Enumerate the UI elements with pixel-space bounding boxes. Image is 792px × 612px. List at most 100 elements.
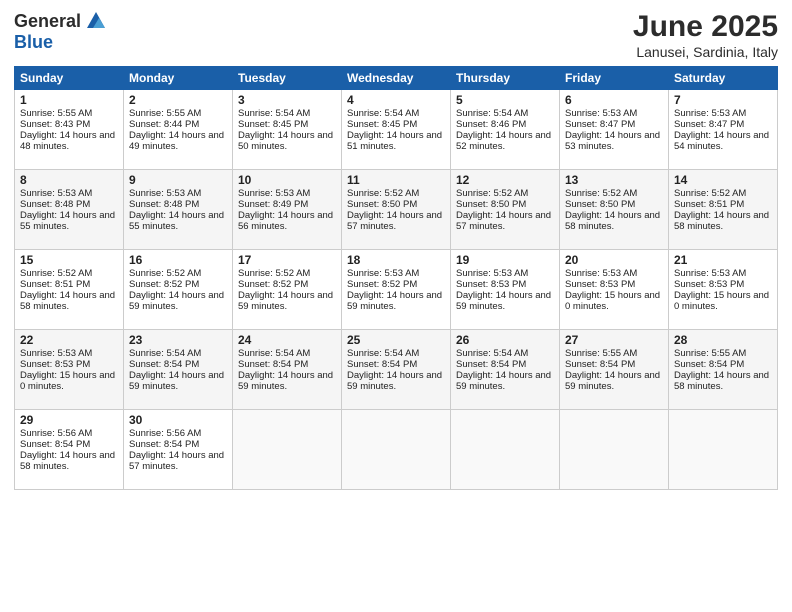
daylight-text: Daylight: 14 hours and 59 minutes. xyxy=(456,370,551,392)
col-sunday: Sunday xyxy=(15,67,124,90)
sunset-text: Sunset: 8:53 PM xyxy=(456,279,526,290)
sunset-text: Sunset: 8:54 PM xyxy=(347,359,417,370)
sunset-text: Sunset: 8:54 PM xyxy=(565,359,635,370)
daylight-text: Daylight: 14 hours and 54 minutes. xyxy=(674,130,769,152)
sunset-text: Sunset: 8:49 PM xyxy=(238,199,308,210)
sunset-text: Sunset: 8:50 PM xyxy=(565,199,635,210)
calendar-week-1: 1Sunrise: 5:55 AMSunset: 8:43 PMDaylight… xyxy=(15,90,778,170)
sunrise-text: Sunrise: 5:54 AM xyxy=(129,348,201,359)
daylight-text: Daylight: 14 hours and 50 minutes. xyxy=(238,130,333,152)
calendar-cell: 29Sunrise: 5:56 AMSunset: 8:54 PMDayligh… xyxy=(15,410,124,490)
calendar-cell: 6Sunrise: 5:53 AMSunset: 8:47 PMDaylight… xyxy=(560,90,669,170)
daylight-text: Daylight: 15 hours and 0 minutes. xyxy=(20,370,115,392)
sunrise-text: Sunrise: 5:53 AM xyxy=(674,268,746,279)
day-number: 4 xyxy=(347,93,445,107)
sunset-text: Sunset: 8:52 PM xyxy=(347,279,417,290)
daylight-text: Daylight: 14 hours and 59 minutes. xyxy=(347,290,442,312)
daylight-text: Daylight: 14 hours and 52 minutes. xyxy=(456,130,551,152)
daylight-text: Daylight: 14 hours and 58 minutes. xyxy=(674,370,769,392)
sunset-text: Sunset: 8:54 PM xyxy=(129,439,199,450)
sunset-text: Sunset: 8:54 PM xyxy=(674,359,744,370)
day-number: 16 xyxy=(129,253,227,267)
col-tuesday: Tuesday xyxy=(233,67,342,90)
day-number: 7 xyxy=(674,93,772,107)
calendar-cell: 7Sunrise: 5:53 AMSunset: 8:47 PMDaylight… xyxy=(669,90,778,170)
day-number: 30 xyxy=(129,413,227,427)
sunrise-text: Sunrise: 5:54 AM xyxy=(238,108,310,119)
calendar-cell: 5Sunrise: 5:54 AMSunset: 8:46 PMDaylight… xyxy=(451,90,560,170)
day-number: 21 xyxy=(674,253,772,267)
sunrise-text: Sunrise: 5:54 AM xyxy=(238,348,310,359)
sunset-text: Sunset: 8:50 PM xyxy=(456,199,526,210)
sunset-text: Sunset: 8:43 PM xyxy=(20,119,90,130)
page: General Blue June 2025 Lanusei, Sardinia… xyxy=(0,0,792,612)
daylight-text: Daylight: 14 hours and 59 minutes. xyxy=(347,370,442,392)
calendar-cell xyxy=(233,410,342,490)
sunrise-text: Sunrise: 5:53 AM xyxy=(347,268,419,279)
sunset-text: Sunset: 8:48 PM xyxy=(20,199,90,210)
calendar-cell: 30Sunrise: 5:56 AMSunset: 8:54 PMDayligh… xyxy=(124,410,233,490)
sunset-text: Sunset: 8:54 PM xyxy=(20,439,90,450)
day-number: 18 xyxy=(347,253,445,267)
calendar-cell: 16Sunrise: 5:52 AMSunset: 8:52 PMDayligh… xyxy=(124,250,233,330)
sunrise-text: Sunrise: 5:55 AM xyxy=(674,348,746,359)
sunset-text: Sunset: 8:45 PM xyxy=(347,119,417,130)
daylight-text: Daylight: 14 hours and 59 minutes. xyxy=(129,370,224,392)
col-thursday: Thursday xyxy=(451,67,560,90)
day-number: 25 xyxy=(347,333,445,347)
calendar-week-4: 22Sunrise: 5:53 AMSunset: 8:53 PMDayligh… xyxy=(15,330,778,410)
sunrise-text: Sunrise: 5:54 AM xyxy=(347,108,419,119)
day-number: 8 xyxy=(20,173,118,187)
sunrise-text: Sunrise: 5:53 AM xyxy=(456,268,528,279)
day-number: 24 xyxy=(238,333,336,347)
sunset-text: Sunset: 8:53 PM xyxy=(674,279,744,290)
daylight-text: Daylight: 15 hours and 0 minutes. xyxy=(565,290,660,312)
col-monday: Monday xyxy=(124,67,233,90)
calendar-cell: 1Sunrise: 5:55 AMSunset: 8:43 PMDaylight… xyxy=(15,90,124,170)
daylight-text: Daylight: 14 hours and 51 minutes. xyxy=(347,130,442,152)
day-number: 20 xyxy=(565,253,663,267)
sunrise-text: Sunrise: 5:52 AM xyxy=(565,188,637,199)
calendar-cell: 4Sunrise: 5:54 AMSunset: 8:45 PMDaylight… xyxy=(342,90,451,170)
day-number: 22 xyxy=(20,333,118,347)
day-number: 10 xyxy=(238,173,336,187)
calendar-cell: 3Sunrise: 5:54 AMSunset: 8:45 PMDaylight… xyxy=(233,90,342,170)
sunrise-text: Sunrise: 5:53 AM xyxy=(129,188,201,199)
day-number: 3 xyxy=(238,93,336,107)
calendar-cell: 27Sunrise: 5:55 AMSunset: 8:54 PMDayligh… xyxy=(560,330,669,410)
daylight-text: Daylight: 14 hours and 59 minutes. xyxy=(238,370,333,392)
sunrise-text: Sunrise: 5:53 AM xyxy=(238,188,310,199)
day-number: 15 xyxy=(20,253,118,267)
day-number: 2 xyxy=(129,93,227,107)
day-number: 14 xyxy=(674,173,772,187)
calendar-cell: 10Sunrise: 5:53 AMSunset: 8:49 PMDayligh… xyxy=(233,170,342,250)
sunrise-text: Sunrise: 5:53 AM xyxy=(20,188,92,199)
month-title: June 2025 xyxy=(633,10,778,44)
sunset-text: Sunset: 8:52 PM xyxy=(129,279,199,290)
header: General Blue June 2025 Lanusei, Sardinia… xyxy=(14,10,778,60)
sunrise-text: Sunrise: 5:53 AM xyxy=(20,348,92,359)
sunrise-text: Sunrise: 5:56 AM xyxy=(20,428,92,439)
sunset-text: Sunset: 8:44 PM xyxy=(129,119,199,130)
sunrise-text: Sunrise: 5:52 AM xyxy=(20,268,92,279)
day-number: 17 xyxy=(238,253,336,267)
daylight-text: Daylight: 15 hours and 0 minutes. xyxy=(674,290,769,312)
sunrise-text: Sunrise: 5:54 AM xyxy=(347,348,419,359)
sunrise-text: Sunrise: 5:53 AM xyxy=(565,108,637,119)
sunset-text: Sunset: 8:53 PM xyxy=(565,279,635,290)
daylight-text: Daylight: 14 hours and 58 minutes. xyxy=(674,210,769,232)
daylight-text: Daylight: 14 hours and 56 minutes. xyxy=(238,210,333,232)
calendar-cell: 21Sunrise: 5:53 AMSunset: 8:53 PMDayligh… xyxy=(669,250,778,330)
logo-blue: Blue xyxy=(14,32,53,53)
day-number: 28 xyxy=(674,333,772,347)
day-number: 6 xyxy=(565,93,663,107)
daylight-text: Daylight: 14 hours and 58 minutes. xyxy=(20,450,115,472)
calendar-cell: 14Sunrise: 5:52 AMSunset: 8:51 PMDayligh… xyxy=(669,170,778,250)
calendar-cell: 23Sunrise: 5:54 AMSunset: 8:54 PMDayligh… xyxy=(124,330,233,410)
calendar-cell: 24Sunrise: 5:54 AMSunset: 8:54 PMDayligh… xyxy=(233,330,342,410)
day-number: 11 xyxy=(347,173,445,187)
calendar-cell xyxy=(560,410,669,490)
day-number: 27 xyxy=(565,333,663,347)
calendar-cell xyxy=(342,410,451,490)
sunset-text: Sunset: 8:52 PM xyxy=(238,279,308,290)
